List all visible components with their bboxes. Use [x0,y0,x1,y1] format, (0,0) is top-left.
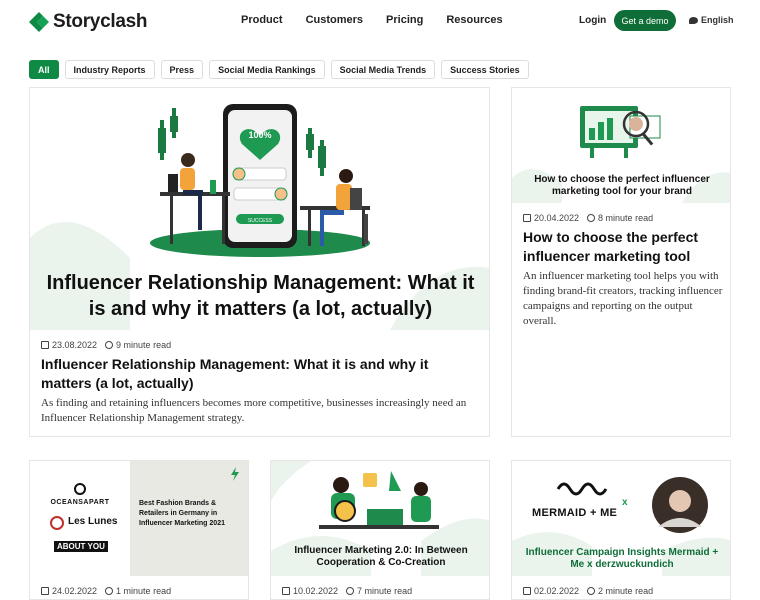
featured-excerpt: As finding and retaining influencers bec… [41,397,467,424]
fashion-meta: 24.02.2022 1 minute read [41,586,171,596]
influencer-marketing-date: 10.02.2022 [293,586,339,596]
clock-icon [105,341,114,349]
language-label: English [701,15,734,25]
nav-product[interactable]: Product [241,14,283,26]
logo[interactable]: Storyclash [29,11,147,33]
side-article-image: How to choose the perfect influencer mar… [512,88,730,203]
side-read-time: 8 minute read [598,213,654,223]
influencer-marketing-image: Influencer Marketing 2.0: In Between Coo… [271,461,489,576]
brand-logos-panel: OCEANSAPART Les Lunes ABOUT YOU [30,461,130,576]
fashion-title-panel: Best Fashion Brands & Retailers in Germa… [130,461,248,576]
filter-industry-reports[interactable]: Industry Reports [64,60,155,79]
featured-article-image: 100% SUCCESS Influencer Relationship Man… [30,88,489,330]
nav-customers[interactable]: Customers [306,14,363,26]
clock-icon [105,587,114,595]
side-date: 20.04.2022 [534,213,580,223]
side-image-title: How to choose the perfect influencer mar… [534,174,710,197]
influencer-marketing-image-title: Influencer Marketing 2.0: In Between Coo… [294,545,468,568]
filter-press[interactable]: Press [160,60,204,79]
influencer-marketing-read-time: 7 minute read [357,586,413,596]
filter-social-media-rankings[interactable]: Social Media Rankings [209,60,325,79]
site-header: Storyclash Product Customers Pricing Res… [0,0,760,44]
lightning-icon [231,467,239,481]
calendar-icon [282,587,290,595]
oceansapart-logo-icon [74,483,86,495]
filter-all[interactable]: All [29,60,59,79]
filter-social-media-trends[interactable]: Social Media Trends [330,60,436,79]
calendar-icon [41,341,49,349]
category-filters: All Industry Reports Press Social Media … [29,60,535,79]
brand-about-you: ABOUT YOU [54,541,108,552]
side-title[interactable]: How to choose the perfect influencer mar… [523,228,723,266]
clock-icon [587,587,596,595]
language-selector[interactable]: English [689,15,734,25]
fashion-brands-image: OCEANSAPART Les Lunes ABOUT YOU Best Fas… [30,461,248,576]
get-demo-button[interactable]: Get a demo [614,10,676,31]
featured-title[interactable]: Influencer Relationship Management: What… [41,355,471,393]
phone-button-label: SUCCESS [248,218,273,224]
clock-icon [346,587,355,595]
collab-x-mark: x [622,497,628,508]
logo-text: Storyclash [53,11,148,32]
calendar-icon [523,214,531,222]
calendar-icon [523,587,531,595]
clock-icon [587,214,596,222]
featured-read-time: 9 minute read [116,340,172,350]
influencer-marketing-meta: 10.02.2022 7 minute read [282,586,412,596]
phone-percent: 100% [248,130,271,140]
mermaid-image-title: Influencer Campaign Insights Mermaid + M… [525,547,719,570]
side-excerpt: An influencer marketing tool helps you w… [523,270,723,327]
featured-article-card[interactable]: 100% SUCCESS Influencer Relationship Man… [29,87,490,437]
featured-meta: 23.08.2022 9 minute read [41,340,171,350]
featured-image-title: Influencer Relationship Management: What… [46,272,475,320]
mermaid-me-image: MERMAID + ME x Influencer Campaign Insig… [512,461,730,576]
fashion-read-time: 1 minute read [116,586,172,596]
article-card-influencer-marketing-2[interactable]: Influencer Marketing 2.0: In Between Coo… [270,460,490,600]
storyclash-logo-icon [29,12,49,32]
filter-success-stories[interactable]: Success Stories [441,60,529,79]
mermaid-meta: 02.02.2022 2 minute read [523,586,653,596]
nav-pricing[interactable]: Pricing [386,14,423,26]
brand-les-lunes: Les Lunes [68,516,118,527]
featured-date: 23.08.2022 [52,340,98,350]
article-card-mermaid-me[interactable]: MERMAID + ME x Influencer Campaign Insig… [511,460,731,600]
brand-mermaid-me: MERMAID + ME [532,507,618,519]
nav-resources[interactable]: Resources [446,14,502,26]
les-lunes-logo-icon [50,516,64,530]
mermaid-read-time: 2 minute read [598,586,654,596]
fashion-image-title: Best Fashion Brands & Retailers in Germa… [139,500,225,527]
login-link[interactable]: Login [579,15,606,26]
speech-bubble-icon [689,16,698,24]
fashion-date: 24.02.2022 [52,586,98,596]
brand-oceansapart: OCEANSAPART [50,499,110,506]
mermaid-date: 02.02.2022 [534,586,580,596]
calendar-icon [41,587,49,595]
main-nav: Product Customers Pricing Resources [241,14,526,26]
side-article-card[interactable]: How to choose the perfect influencer mar… [511,87,731,437]
side-meta: 20.04.2022 8 minute read [523,213,653,223]
article-card-fashion-brands[interactable]: OCEANSAPART Les Lunes ABOUT YOU Best Fas… [29,460,249,600]
